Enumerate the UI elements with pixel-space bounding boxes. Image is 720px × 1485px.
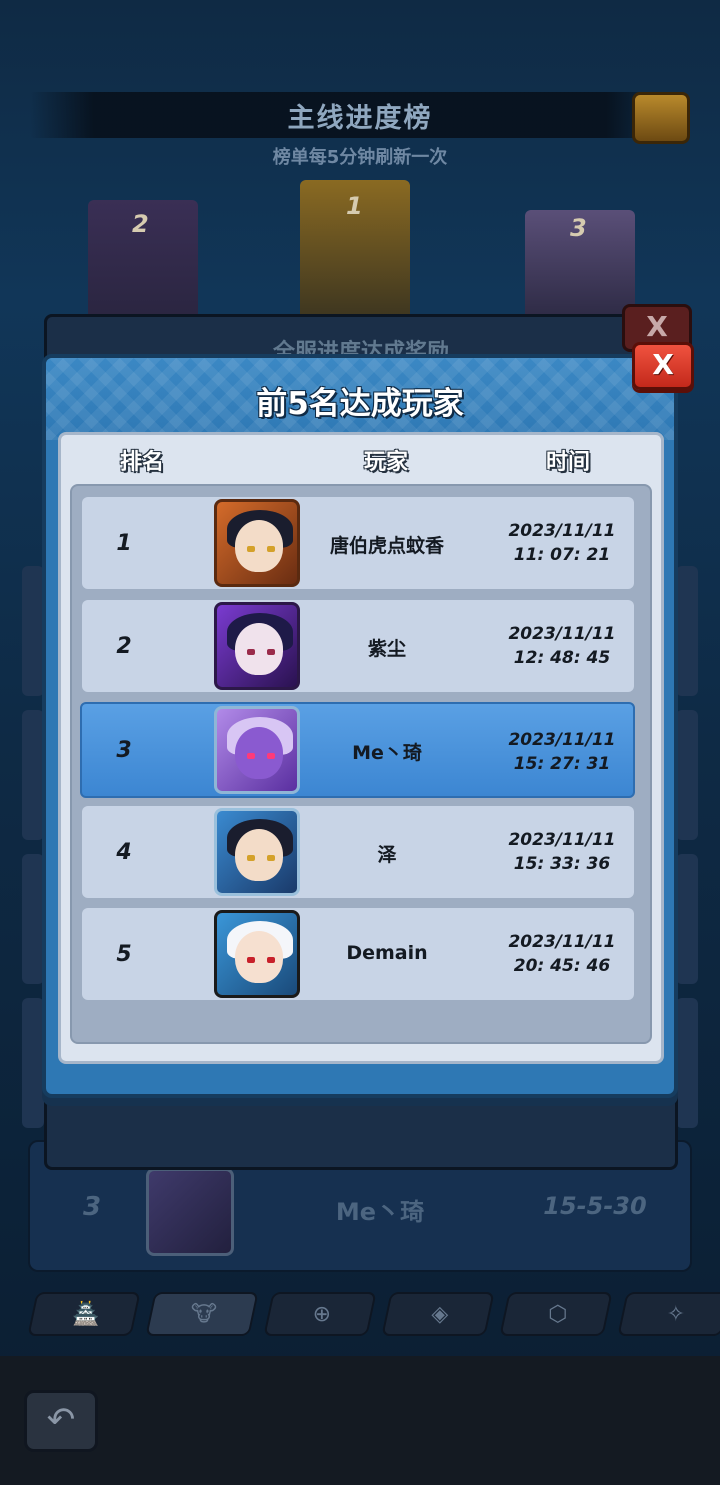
row-time: 2023/11/11 11: 07: 21 bbox=[492, 519, 632, 567]
column-header-rank: 排名 bbox=[120, 450, 165, 475]
background-row-avatar bbox=[146, 1168, 234, 1256]
tab-bull[interactable]: 🐮 bbox=[145, 1292, 259, 1336]
leaderboard-subtitle: 榜单每5分钟刷新一次 bbox=[272, 147, 448, 168]
table-row: 4 泽 2023/11/11 15: 33: 36 bbox=[82, 806, 634, 898]
row-player-name: 泽 bbox=[377, 844, 397, 866]
row-rank: 2 bbox=[116, 634, 132, 659]
avatar-eye bbox=[267, 546, 275, 552]
row-date: 2023/11/11 bbox=[508, 932, 616, 952]
avatar-eye bbox=[267, 649, 275, 655]
castle-icon: 🏯 bbox=[72, 1302, 100, 1327]
avatar-eye bbox=[247, 753, 255, 759]
avatar-eye bbox=[247, 957, 255, 963]
treasure-chest-icon[interactable] bbox=[632, 92, 690, 144]
sparkle-icon: ✧ bbox=[666, 1302, 686, 1327]
table-row: 2 紫尘 2023/11/11 12: 48: 45 bbox=[82, 600, 634, 692]
avatar-face bbox=[235, 520, 283, 572]
podium-rank-label: 3 bbox=[570, 214, 587, 242]
background-row-name: Me丶琦 bbox=[335, 1198, 425, 1226]
tab-crest[interactable]: ⊕ bbox=[263, 1292, 377, 1336]
purple-haired-girl-purple-frame-icon[interactable] bbox=[214, 602, 300, 690]
tab-sparkle[interactable]: ✧ bbox=[617, 1292, 720, 1336]
row-player-name: 唐伯虎点蚊香 bbox=[329, 535, 444, 557]
row-clock: 20: 45: 46 bbox=[513, 956, 611, 976]
background-row-edge bbox=[676, 998, 698, 1128]
leaderboard-title: 主线进度榜 bbox=[287, 103, 433, 134]
modal-title: 前5名达成玩家 bbox=[256, 386, 464, 422]
background-row-edge bbox=[22, 566, 44, 696]
shield-icon: ◈ bbox=[431, 1302, 449, 1327]
background-row-rank: 3 bbox=[82, 1192, 102, 1222]
background-row-edge bbox=[676, 854, 698, 984]
background-row-score: 15-5-30 bbox=[543, 1192, 647, 1220]
row-time: 2023/11/11 12: 48: 45 bbox=[492, 622, 632, 670]
avatar-face bbox=[235, 931, 283, 983]
row-date: 2023/11/11 bbox=[508, 624, 616, 644]
table-row: 1 唐伯虎点蚊香 2023/11/11 11: 07: 21 bbox=[82, 497, 634, 589]
table-row-highlighted: 3 Me丶琦 2023/11/11 15: 27: 31 bbox=[80, 702, 635, 798]
avatar-eye bbox=[267, 753, 275, 759]
footer-bar bbox=[0, 1356, 720, 1485]
avatar-face bbox=[235, 727, 283, 779]
category-tab-bar: 🏯 🐮 ⊕ ◈ ⬡ ✧ bbox=[0, 1292, 720, 1340]
column-header-player: 玩家 bbox=[364, 450, 409, 475]
row-date: 2023/11/11 bbox=[508, 830, 616, 850]
tab-castle[interactable]: 🏯 bbox=[27, 1292, 141, 1336]
background-row-edge bbox=[676, 710, 698, 840]
avatar-face bbox=[235, 623, 283, 675]
avatar-eye bbox=[247, 649, 255, 655]
avatar-eye bbox=[247, 546, 255, 552]
row-time: 2023/11/11 15: 33: 36 bbox=[492, 828, 632, 876]
dark-haired-girl-blue-frame-icon[interactable] bbox=[214, 808, 300, 896]
avatar-eye bbox=[267, 957, 275, 963]
row-time: 2023/11/11 20: 45: 46 bbox=[492, 930, 632, 978]
close-button[interactable]: X bbox=[632, 342, 694, 390]
back-arrow-icon: ↶ bbox=[46, 1400, 76, 1440]
podium-rank-label: 1 bbox=[346, 192, 363, 220]
avatar-eye bbox=[247, 855, 255, 861]
tab-hexagon[interactable]: ⬡ bbox=[499, 1292, 613, 1336]
hexagon-icon: ⬡ bbox=[548, 1302, 568, 1327]
background-row-edge bbox=[22, 710, 44, 840]
white-haired-boy-blue-icon[interactable] bbox=[214, 910, 300, 998]
back-button[interactable]: ↶ bbox=[24, 1390, 98, 1452]
table-row: 5 Demain 2023/11/11 20: 45: 46 bbox=[82, 908, 634, 1000]
bull-icon: 🐮 bbox=[190, 1302, 217, 1327]
row-date: 2023/11/11 bbox=[508, 730, 616, 750]
dark-haired-girl-orange-frame-icon[interactable] bbox=[214, 499, 300, 587]
row-player-name: 紫尘 bbox=[367, 638, 406, 660]
row-rank: 4 bbox=[116, 840, 132, 865]
background-row-edge bbox=[676, 566, 698, 696]
tab-shield[interactable]: ◈ bbox=[381, 1292, 495, 1336]
row-rank: 5 bbox=[116, 942, 132, 967]
row-clock: 12: 48: 45 bbox=[513, 648, 611, 668]
purple-beast-blue-frame-icon[interactable] bbox=[214, 706, 300, 794]
crest-icon: ⊕ bbox=[312, 1302, 332, 1327]
background-row-edge bbox=[22, 998, 44, 1128]
row-clock: 15: 27: 31 bbox=[513, 754, 611, 774]
column-header-time: 时间 bbox=[546, 450, 591, 475]
row-player-name: Me丶琦 bbox=[352, 742, 422, 764]
row-player-name: Demain bbox=[346, 942, 428, 964]
row-time: 2023/11/11 15: 27: 31 bbox=[492, 728, 632, 776]
podium-rank-label: 2 bbox=[132, 210, 149, 238]
row-clock: 11: 07: 21 bbox=[513, 545, 611, 565]
avatar-eye bbox=[267, 855, 275, 861]
row-clock: 15: 33: 36 bbox=[513, 854, 611, 874]
row-rank: 1 bbox=[116, 531, 132, 556]
row-rank: 3 bbox=[116, 738, 132, 763]
avatar-face bbox=[235, 829, 283, 881]
row-date: 2023/11/11 bbox=[508, 521, 616, 541]
background-row-edge bbox=[22, 854, 44, 984]
